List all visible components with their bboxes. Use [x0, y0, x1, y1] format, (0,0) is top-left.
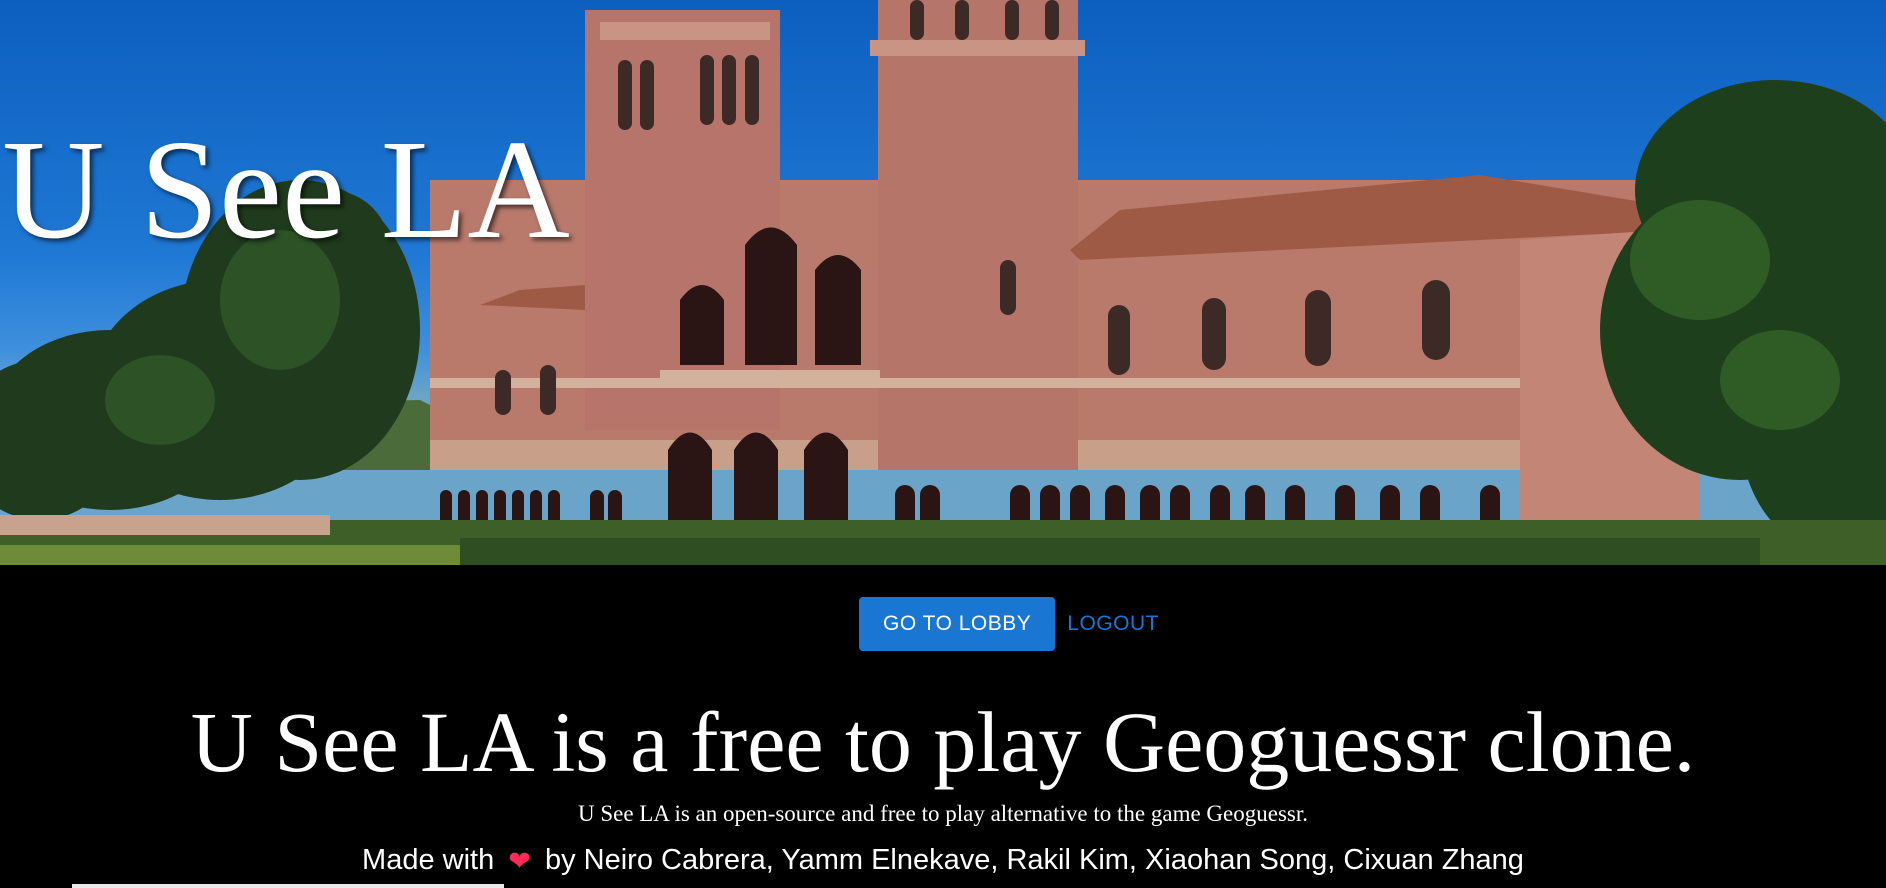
- page-headline: U See LA is a free to play Geoguessr clo…: [190, 694, 1696, 790]
- royce-hall-image: [0, 0, 1886, 565]
- horizontal-scrollbar[interactable]: [72, 884, 504, 888]
- go-to-lobby-button[interactable]: GO TO LOBBY: [859, 597, 1056, 651]
- hero-banner: U See LA: [0, 0, 1886, 565]
- hero-title: U See LA: [2, 110, 570, 268]
- sparkling-heart-icon: ❤: [508, 846, 531, 876]
- credits-line: Made with ❤ by Neiro Cabrera, Yamm Elnek…: [0, 844, 1886, 877]
- nav-bar: GO TO LOBBY LOGOUT: [0, 597, 1886, 651]
- logout-button[interactable]: LOGOUT: [1067, 597, 1159, 651]
- authors-list: by Neiro Cabrera, Yamm Elnekave, Rakil K…: [544, 844, 1524, 876]
- made-with-label: Made with: [362, 844, 495, 876]
- page-subtitle: U See LA is an open-source and free to p…: [577, 801, 1308, 826]
